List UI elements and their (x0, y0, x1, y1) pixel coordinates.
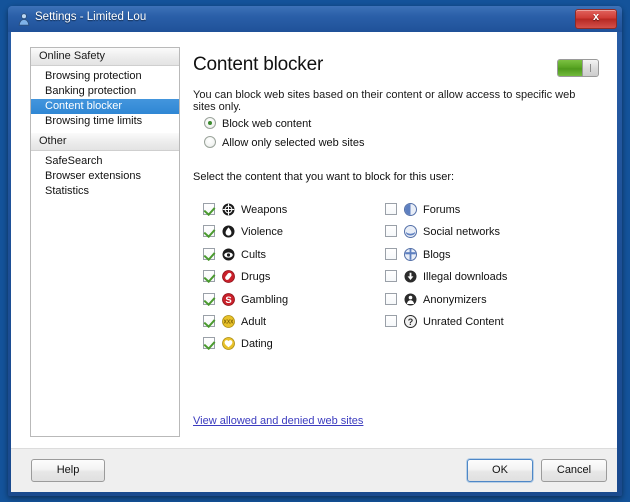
label-forums: Forums (423, 204, 461, 216)
sidebar-item-browsing-protection[interactable]: Browsing protection (31, 69, 179, 84)
sidebar-item-browsing-time-limits[interactable]: Browsing time limits (31, 114, 179, 129)
illegal-downloads-arrow-icon (404, 269, 417, 283)
weapons-target-icon (222, 202, 235, 216)
radio-block-web-content[interactable]: Block web content (204, 117, 311, 130)
checkbox-row-dating[interactable]: Dating (203, 333, 288, 355)
label-unrated-content: Unrated Content (423, 315, 504, 328)
checkbox-social-networks[interactable] (385, 225, 397, 238)
dialog-button-bar: Help OK Cancel (11, 448, 617, 492)
checkbox-row-social-networks[interactable]: Social networks (385, 221, 507, 243)
category-column-left: Weapons Violence Cults Drugs S Gambling (203, 199, 288, 356)
page-title: Content blocker (193, 54, 324, 75)
settings-sidebar: Online Safety Browsing protection Bankin… (30, 47, 180, 437)
checkbox-row-adult[interactable]: XXX Adult (203, 311, 288, 333)
label-social-networks: Social networks (423, 226, 501, 239)
radio-unselected-icon (204, 136, 216, 148)
label-blogs: Blogs (423, 248, 451, 261)
dating-heart-icon (222, 336, 235, 351)
checkbox-illegal-downloads[interactable] (385, 270, 397, 283)
anonymizers-person-icon (404, 292, 417, 306)
checkbox-anonymizers[interactable] (385, 292, 397, 305)
close-icon: x (592, 11, 600, 23)
help-button[interactable]: Help (31, 459, 105, 482)
title-bar[interactable]: Settings - Limited Lou x (8, 6, 622, 32)
checkbox-unrated-content[interactable] (385, 314, 397, 327)
blogs-icon (404, 247, 417, 261)
checkbox-row-blogs[interactable]: Blogs (385, 244, 507, 266)
label-drugs: Drugs (241, 271, 271, 284)
violence-drop-icon (222, 224, 235, 238)
radio-selected-icon (204, 117, 216, 129)
content-area: Online Safety Browsing protection Bankin… (11, 32, 617, 448)
checkbox-dating[interactable] (203, 337, 215, 350)
user-icon (18, 13, 30, 26)
checkbox-row-cults[interactable]: Cults (203, 244, 288, 266)
radio-block-label: Block web content (222, 118, 312, 130)
close-button[interactable]: x (575, 9, 617, 29)
label-weapons: Weapons (241, 204, 288, 216)
category-column-right: Forums Social networks Blogs Illegal dow… (385, 199, 507, 333)
content-blocker-panel: Content blocker You can block web sites … (189, 47, 601, 437)
label-gambling: Gambling (241, 293, 289, 306)
panel-description: You can block web sites based on their c… (193, 89, 576, 113)
ok-button[interactable]: OK (467, 459, 533, 482)
checkbox-cults[interactable] (203, 247, 215, 260)
gambling-dollar-icon: S (222, 292, 235, 306)
social-networks-icon (404, 224, 417, 239)
cults-eye-icon (222, 247, 235, 261)
svg-text:S: S (225, 294, 231, 305)
sidebar-group-other: Other (31, 132, 179, 151)
checkbox-row-illegal-downloads[interactable]: Illegal downloads (385, 266, 507, 288)
checkbox-weapons[interactable] (203, 203, 215, 215)
sidebar-item-statistics[interactable]: Statistics (31, 184, 179, 199)
sidebar-item-banking-protection[interactable]: Banking protection (31, 84, 179, 99)
checkbox-row-anonymizers[interactable]: Anonymizers (385, 289, 507, 311)
checkbox-row-violence[interactable]: Violence (203, 221, 288, 243)
sidebar-item-safesearch[interactable]: SafeSearch (31, 154, 179, 169)
checkbox-row-forums[interactable]: Forums (385, 199, 507, 221)
unrated-question-icon: ? (403, 314, 418, 329)
checkbox-drugs[interactable] (203, 270, 215, 283)
checkbox-adult[interactable] (203, 314, 215, 327)
label-violence: Violence (241, 226, 283, 239)
adult-xxx-icon: XXX (222, 314, 235, 328)
content-blocker-toggle[interactable] (557, 59, 599, 77)
view-allowed-denied-link[interactable]: View allowed and denied web sites (193, 415, 363, 427)
checkbox-row-weapons[interactable]: Weapons (203, 199, 288, 221)
label-dating: Dating (241, 338, 273, 351)
checkbox-violence[interactable] (203, 225, 215, 238)
label-anonymizers: Anonymizers (423, 293, 487, 306)
checkbox-blogs[interactable] (385, 247, 397, 260)
sidebar-item-content-blocker[interactable]: Content blocker (31, 99, 179, 114)
sidebar-item-browser-extensions[interactable]: Browser extensions (31, 169, 179, 184)
settings-window: Settings - Limited Lou x Online Safety B… (8, 6, 622, 496)
checkbox-forums[interactable] (385, 203, 397, 215)
svg-text:?: ? (408, 317, 414, 327)
cancel-button[interactable]: Cancel (541, 459, 607, 482)
drugs-pill-icon (222, 269, 235, 284)
svg-text:XXX: XXX (223, 320, 234, 326)
radio-allow-label: Allow only selected web sites (222, 137, 365, 149)
sidebar-group-online-safety: Online Safety (31, 48, 179, 66)
checkbox-row-unrated-content[interactable]: ? Unrated Content (385, 311, 507, 333)
toggle-knob (582, 60, 598, 76)
label-adult: Adult (241, 315, 267, 328)
forums-icon (404, 202, 417, 216)
label-illegal-downloads: Illegal downloads (423, 271, 508, 284)
window-title: Settings - Limited Lou (35, 11, 147, 23)
client-area: Online Safety Browsing protection Bankin… (11, 32, 617, 492)
checkbox-gambling[interactable] (203, 292, 215, 305)
checkbox-row-gambling[interactable]: S Gambling (203, 289, 288, 311)
label-cults: Cults (241, 248, 267, 261)
select-content-label: Select the content that you want to bloc… (193, 171, 455, 183)
toggle-track-on (558, 60, 582, 76)
checkbox-row-drugs[interactable]: Drugs (203, 266, 288, 288)
radio-allow-selected-sites[interactable]: Allow only selected web sites (204, 136, 364, 149)
